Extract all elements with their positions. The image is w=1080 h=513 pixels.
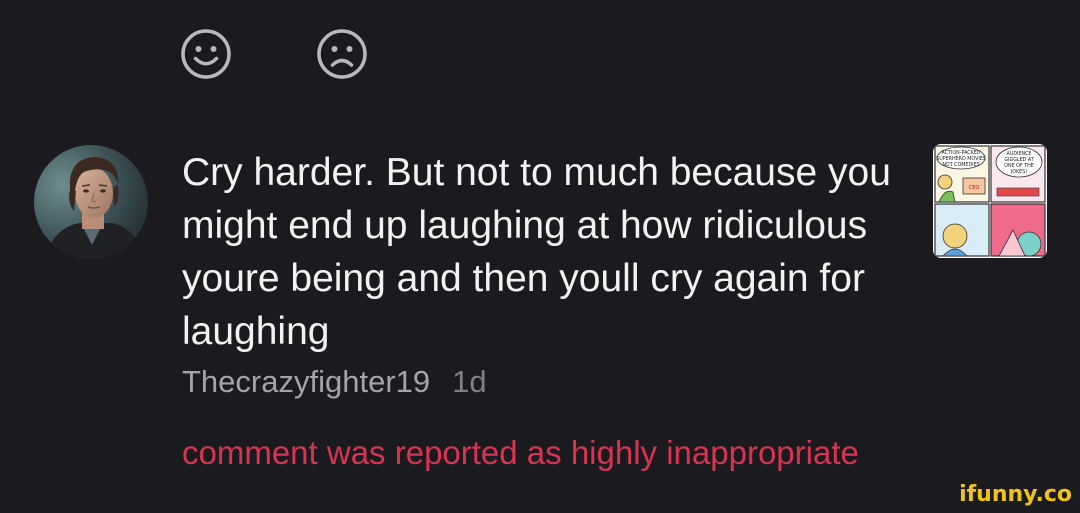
frown-face-icon[interactable]	[316, 28, 368, 80]
ifunny-watermark: ifunny.co	[959, 482, 1072, 507]
svg-text:ACTION-PACKED: ACTION-PACKED	[942, 150, 981, 156]
avatar[interactable]	[34, 145, 148, 259]
post-thumbnail[interactable]: ACTION-PACKED SUPERHERO MOVIES NOT COMED…	[933, 144, 1047, 258]
comment-timestamp: 1d	[452, 364, 487, 399]
moderation-notice: comment was reported as highly inappropr…	[182, 434, 859, 471]
svg-text:SUPERHERO MOVIES: SUPERHERO MOVIES	[936, 156, 986, 162]
svg-text:ONE OF THE: ONE OF THE	[1004, 163, 1034, 169]
svg-text:CEO: CEO	[969, 185, 980, 191]
svg-text:JOKES!: JOKES!	[1010, 169, 1027, 175]
comment-meta: Thecrazyfighter19 1d	[182, 362, 487, 402]
svg-text:GIGGLED AT: GIGGLED AT	[1004, 157, 1033, 163]
svg-text:AUDIENCE: AUDIENCE	[1007, 151, 1032, 157]
smile-face-icon[interactable]	[180, 28, 232, 80]
svg-text:NOT COMEDIES: NOT COMEDIES	[942, 162, 979, 168]
comment-text: Cry harder. But not to much because you …	[182, 151, 891, 353]
comment-screen: Cry harder. But not to much because you …	[0, 0, 1080, 513]
comment-username[interactable]: Thecrazyfighter19	[182, 364, 430, 399]
